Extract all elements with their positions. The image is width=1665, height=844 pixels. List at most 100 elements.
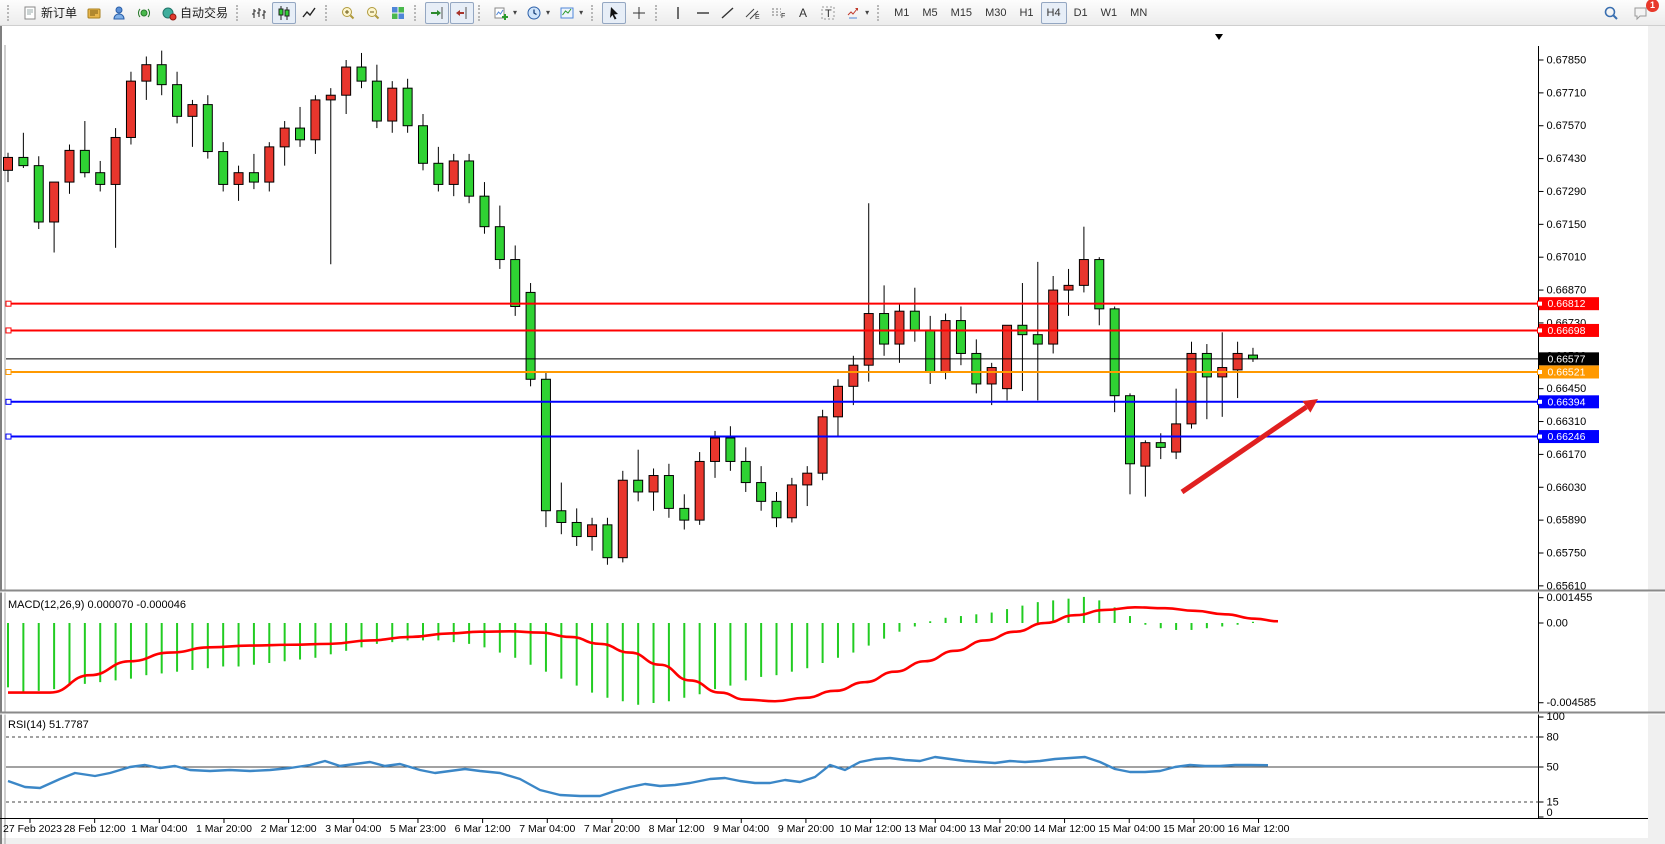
- candle-body: [326, 95, 335, 100]
- pivot-line-handle[interactable]: [6, 369, 11, 374]
- candle-body: [173, 85, 182, 117]
- candle-body: [526, 292, 535, 379]
- candle-body: [96, 173, 105, 185]
- resistance-line-1-handle[interactable]: [6, 301, 11, 306]
- time-tick-label: 1 Mar 20:00: [196, 823, 252, 835]
- candle-body: [418, 126, 427, 164]
- pane-divider[interactable]: [0, 590, 1665, 592]
- arrows-tool-button[interactable]: ▾: [841, 2, 873, 24]
- pivot-line-price-tag-label: 0.66521: [1548, 366, 1586, 378]
- timeframe-h4[interactable]: H4: [1041, 2, 1067, 24]
- fibonacci-button[interactable]: F: [766, 2, 790, 24]
- candle-body: [803, 473, 812, 485]
- time-tick-label: 13 Mar 20:00: [969, 823, 1031, 835]
- chart-canvas[interactable]: 0.678500.677100.675700.674300.672900.671…: [0, 26, 1665, 844]
- time-tick-label: 6 Mar 12:00: [455, 823, 511, 835]
- chart-shift-button[interactable]: [450, 2, 474, 24]
- new-chart-button[interactable]: ▾: [489, 2, 521, 24]
- candle-body: [372, 81, 381, 121]
- candle-body: [987, 368, 996, 384]
- rsi-axis-label: 0: [1547, 807, 1553, 819]
- new-order-button[interactable]: 新订单: [18, 2, 81, 24]
- macd-axis-label: 0.001455: [1547, 592, 1593, 604]
- price-tick-label: 0.67010: [1547, 252, 1587, 264]
- time-tick-label: 3 Mar 04:00: [325, 823, 381, 835]
- candle-body: [1248, 355, 1257, 359]
- candle-body: [388, 88, 397, 121]
- price-tick-label: 0.67710: [1547, 87, 1587, 99]
- price-tick-label: 0.66170: [1547, 449, 1587, 461]
- market-button[interactable]: [107, 2, 131, 24]
- toolbar-separator: [414, 5, 420, 21]
- candle-body: [1110, 309, 1119, 396]
- trend-icon: [720, 5, 736, 21]
- candle-body: [664, 476, 673, 509]
- timeframe-mn[interactable]: MN: [1124, 2, 1153, 24]
- horizontal-line-button[interactable]: [691, 2, 715, 24]
- timeframe-h1[interactable]: H1: [1013, 2, 1039, 24]
- chart-background: [0, 26, 1665, 844]
- support-line-1-handle[interactable]: [6, 399, 11, 404]
- timeframe-m15[interactable]: M15: [945, 2, 978, 24]
- time-tick-label: 8 Mar 12:00: [649, 823, 705, 835]
- chevron-down-icon[interactable]: ▾: [579, 8, 583, 17]
- chevron-down-icon[interactable]: ▾: [513, 8, 517, 17]
- support-line-2-handle[interactable]: [6, 434, 11, 439]
- profiles-button[interactable]: ▾: [522, 2, 554, 24]
- price-tick-label: 0.65890: [1547, 515, 1587, 527]
- support-line-1-axis-handle[interactable]: [1538, 399, 1543, 404]
- candle-body: [649, 476, 658, 492]
- templates-button[interactable]: ▾: [555, 2, 587, 24]
- autoscroll-icon: [429, 5, 445, 21]
- tile-windows-button[interactable]: [386, 2, 410, 24]
- timeframe-m1[interactable]: M1: [888, 2, 915, 24]
- timeframe-d1[interactable]: D1: [1068, 2, 1094, 24]
- candle-body: [1172, 424, 1181, 452]
- cursor-button[interactable]: [602, 2, 626, 24]
- quotes-button[interactable]: [82, 2, 106, 24]
- auto-trading-button[interactable]: 自动交易: [157, 2, 232, 24]
- timeframe-m5[interactable]: M5: [916, 2, 943, 24]
- line-chart-button[interactable]: [297, 2, 321, 24]
- resistance-line-2-axis-handle[interactable]: [1538, 328, 1543, 333]
- candle-body: [34, 166, 43, 222]
- notifications-button[interactable]: 1: [1629, 2, 1653, 24]
- candle-body: [188, 105, 197, 117]
- price-tick-label: 0.67430: [1547, 153, 1587, 165]
- candle-body: [1095, 260, 1104, 309]
- search-button[interactable]: [1599, 2, 1623, 24]
- candlestick-chart-button[interactable]: [272, 2, 296, 24]
- vertical-line-button[interactable]: [666, 2, 690, 24]
- pane-divider[interactable]: [0, 712, 1665, 714]
- tile-icon: [390, 5, 406, 21]
- chevron-down-icon[interactable]: ▾: [865, 8, 869, 17]
- candle-body: [956, 321, 965, 354]
- zoom-out-button[interactable]: [361, 2, 385, 24]
- support-line-2-axis-handle[interactable]: [1538, 434, 1543, 439]
- bar-chart-button[interactable]: [247, 2, 271, 24]
- support-line-1-price-tag-label: 0.66394: [1548, 396, 1586, 408]
- chevron-down-icon[interactable]: ▾: [546, 8, 550, 17]
- auto-scroll-button[interactable]: [425, 2, 449, 24]
- clock-icon: [526, 5, 542, 21]
- resistance-line-1-axis-handle[interactable]: [1538, 301, 1543, 306]
- price-tick-label: 0.65750: [1547, 547, 1587, 559]
- news-button[interactable]: [132, 2, 156, 24]
- pivot-line-axis-handle[interactable]: [1538, 369, 1543, 374]
- equidistant-channel-button[interactable]: E: [741, 2, 765, 24]
- candle-body: [880, 314, 889, 345]
- candle-body: [757, 483, 766, 502]
- candle-body: [557, 511, 566, 523]
- zoom-in-button[interactable]: [336, 2, 360, 24]
- candle-body: [603, 525, 612, 558]
- text-button[interactable]: A: [791, 2, 815, 24]
- price-tick-label: 0.67850: [1547, 55, 1587, 67]
- auto-trading-button-label: 自动交易: [180, 4, 228, 21]
- timeframe-m30[interactable]: M30: [979, 2, 1012, 24]
- crosshair-button[interactable]: [627, 2, 651, 24]
- resistance-line-2-handle[interactable]: [6, 328, 11, 333]
- trendline-button[interactable]: [716, 2, 740, 24]
- search-icon: [1603, 5, 1619, 21]
- timeframe-w1[interactable]: W1: [1095, 2, 1124, 24]
- text-label-button[interactable]: T: [816, 2, 840, 24]
